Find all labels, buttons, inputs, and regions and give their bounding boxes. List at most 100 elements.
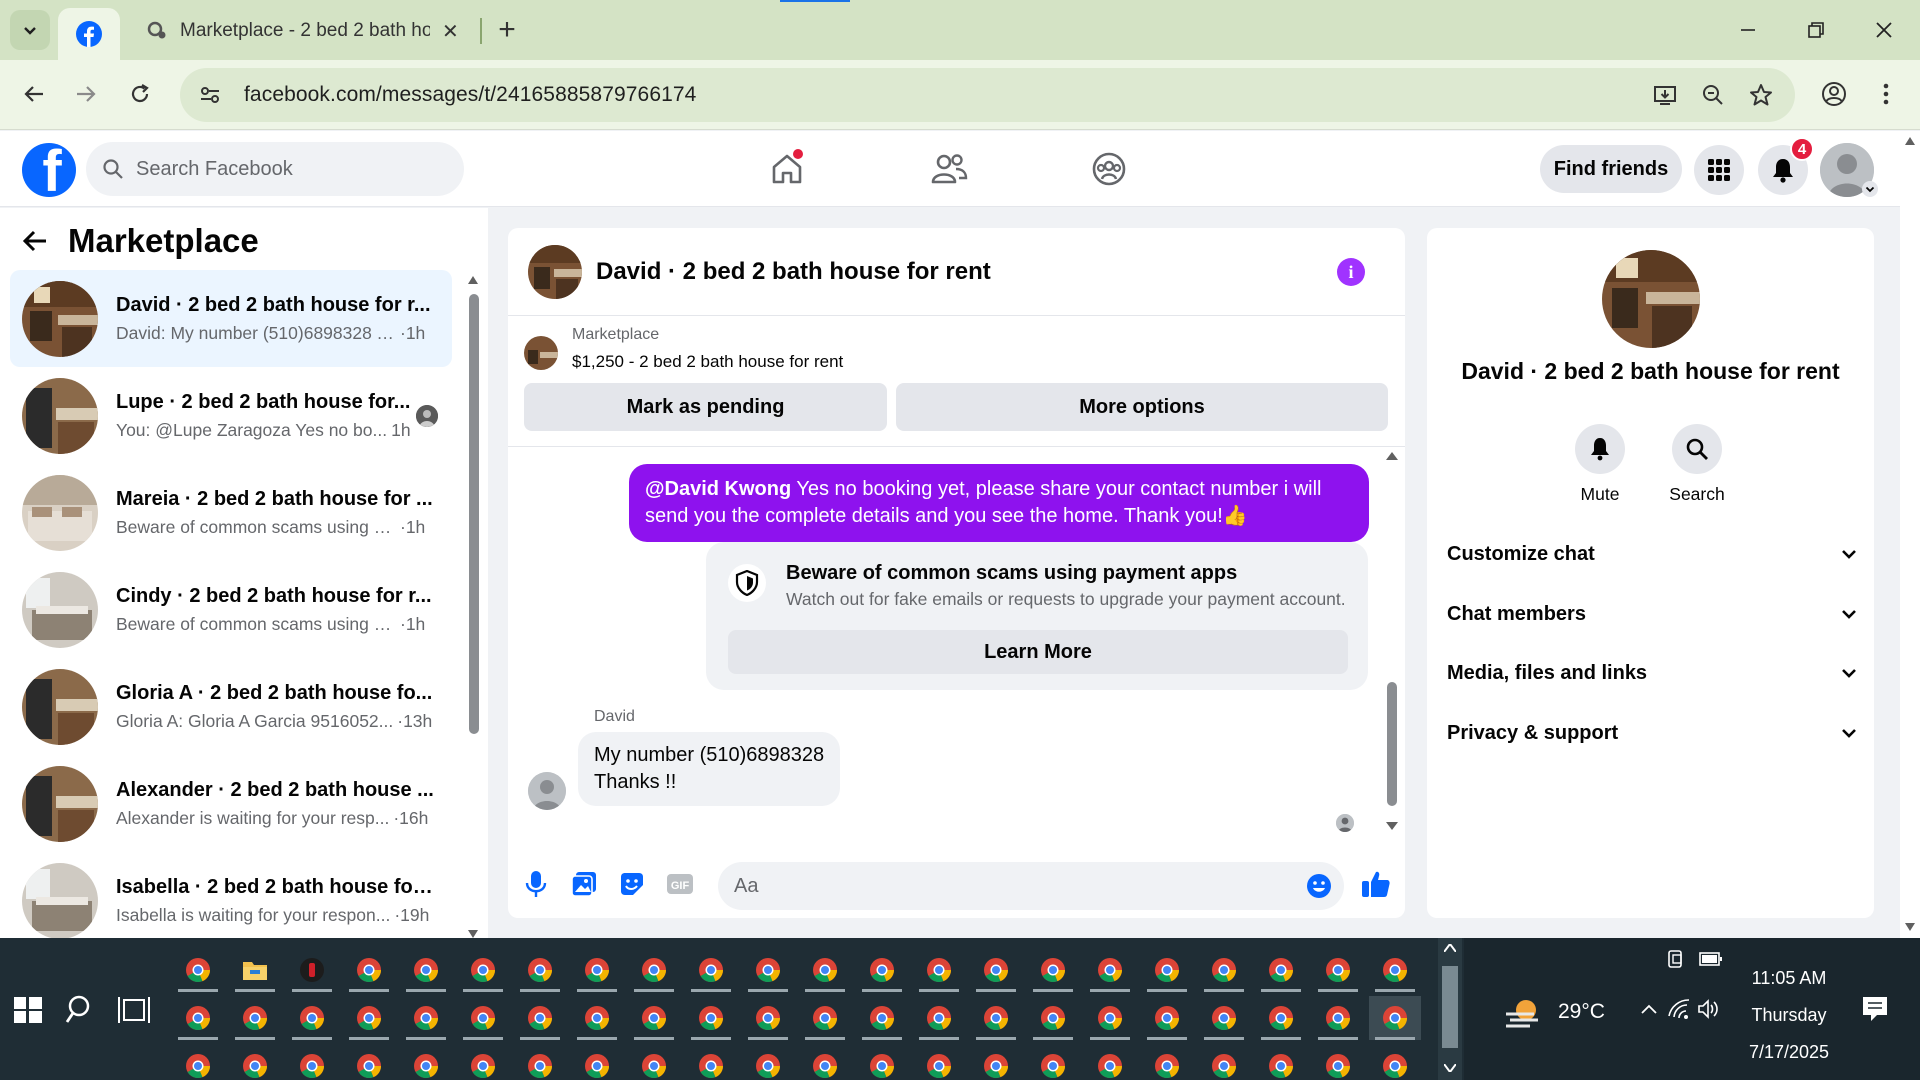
taskbar-app-button[interactable] (343, 948, 395, 992)
incoming-message[interactable]: My number (510)6898328 Thanks !! (578, 732, 841, 806)
scrollbar-thumb[interactable] (1387, 682, 1397, 806)
message-input[interactable] (734, 874, 1274, 898)
taskbar-app-button[interactable] (229, 996, 281, 1040)
chat-item[interactable]: David · 2 bed 2 bath house for r... Davi… (10, 270, 452, 367)
taskbar-app-button[interactable] (286, 948, 338, 992)
home-nav[interactable] (763, 147, 811, 191)
taskbar-app-button[interactable] (172, 948, 224, 992)
taskbar-app-button[interactable] (799, 996, 851, 1040)
clock[interactable]: 11:05 AM Thursday 7/17/2025 (1734, 960, 1844, 1071)
scrollbar-thumb[interactable] (469, 294, 479, 734)
privacy-support-row[interactable]: Privacy & support (1447, 713, 1857, 753)
scroll-down-icon[interactable] (1444, 1064, 1456, 1072)
address-bar[interactable]: facebook.com/messages/t/2416588587976617… (180, 68, 1795, 122)
chat-item[interactable]: Isabella · 2 bed 2 bath house for... Isa… (10, 852, 452, 949)
site-info-icon[interactable] (190, 75, 230, 115)
taskbar-app-button[interactable] (400, 948, 452, 992)
taskbar-app-button[interactable] (913, 948, 965, 992)
mute-action[interactable]: Mute (1560, 424, 1640, 505)
taskbar-app-button[interactable] (1198, 996, 1250, 1040)
gif-icon[interactable]: GIF (664, 868, 696, 900)
taskbar-app-button[interactable] (1027, 948, 1079, 992)
taskbar-app-button[interactable] (229, 1044, 281, 1080)
taskbar-app-button[interactable] (913, 1044, 965, 1080)
sender-avatar[interactable] (528, 772, 566, 810)
restore-button[interactable] (1788, 10, 1844, 50)
mention[interactable]: @David Kwong (645, 478, 791, 500)
taskbar-app-button[interactable] (400, 996, 452, 1040)
scroll-up-icon[interactable] (1905, 137, 1915, 145)
taskbar-app-button[interactable] (970, 948, 1022, 992)
thumbs-up-icon[interactable] (1358, 868, 1394, 900)
message-input-box[interactable] (718, 862, 1344, 910)
taskbar-app-button[interactable] (1084, 948, 1136, 992)
chat-item[interactable]: Gloria A · 2 bed 2 bath house fo... Glor… (10, 658, 452, 755)
browser-menu-icon[interactable] (1866, 74, 1906, 114)
taskbar-app-button[interactable] (970, 1044, 1022, 1080)
taskbar-app-button[interactable] (1369, 1044, 1421, 1080)
taskbar-app-button[interactable] (343, 996, 395, 1040)
microphone-icon[interactable] (520, 868, 552, 900)
scroll-down-icon[interactable] (1905, 923, 1915, 931)
chat-members-row[interactable]: Chat members (1447, 594, 1857, 634)
taskbar-app-button[interactable] (229, 948, 281, 992)
close-window-button[interactable] (1856, 10, 1912, 50)
taskbar-app-button[interactable] (1255, 948, 1307, 992)
taskbar-app-button[interactable] (1312, 1044, 1364, 1080)
wifi-icon[interactable] (1666, 996, 1692, 1022)
photo-icon[interactable] (568, 868, 600, 900)
tab-close-icon[interactable]: ✕ (442, 19, 459, 44)
groups-nav[interactable] (1085, 147, 1133, 191)
tab-marketplace[interactable]: Marketplace - 2 bed 2 bath hou ✕ (140, 12, 470, 50)
zoom-icon[interactable] (1693, 75, 1733, 115)
media-files-links-row[interactable]: Media, files and links (1447, 653, 1857, 693)
taskbar-app-button[interactable] (286, 996, 338, 1040)
taskbar-app-button[interactable] (1255, 1044, 1307, 1080)
menu-button[interactable] (1694, 145, 1744, 195)
listing-card[interactable]: Marketplace $1,250 - 2 bed 2 bath house … (524, 326, 843, 372)
taskbar-app-button[interactable] (457, 948, 509, 992)
conversation-title[interactable]: David · 2 bed 2 bath house for rent (596, 258, 991, 286)
taskbar-app-button[interactable] (856, 1044, 908, 1080)
taskbar-app-button[interactable] (1198, 948, 1250, 992)
volume-icon[interactable] (1696, 996, 1722, 1022)
taskbar-app-button[interactable] (628, 948, 680, 992)
customize-chat-row[interactable]: Customize chat (1447, 534, 1857, 574)
action-center-icon[interactable] (1860, 994, 1890, 1024)
scroll-up-icon[interactable] (468, 276, 478, 284)
mark-as-pending-button[interactable]: Mark as pending (524, 383, 887, 431)
scrollbar-thumb[interactable] (1442, 966, 1458, 1048)
taskbar-app-button[interactable] (913, 996, 965, 1040)
bookmark-star-icon[interactable] (1741, 75, 1781, 115)
friends-nav[interactable] (925, 147, 973, 191)
taskbar-app-button[interactable] (1255, 996, 1307, 1040)
taskbar-app-button[interactable] (172, 996, 224, 1040)
listing-title[interactable]: $1,250 - 2 bed 2 bath house for rent (572, 352, 843, 372)
chat-item[interactable]: Lupe · 2 bed 2 bath house for... You: @L… (10, 367, 452, 464)
scroll-up-icon[interactable] (1444, 944, 1456, 952)
taskbar-app-button[interactable] (1084, 1044, 1136, 1080)
taskbar-app-button[interactable] (856, 996, 908, 1040)
show-hidden-icons[interactable] (1636, 996, 1662, 1022)
scroll-up-icon[interactable] (1386, 452, 1398, 460)
taskbar-app-button[interactable] (1141, 1044, 1193, 1080)
sticker-icon[interactable] (616, 868, 648, 900)
url-text[interactable]: facebook.com/messages/t/2416588587976617… (244, 83, 696, 107)
taskbar-app-button[interactable] (1027, 996, 1079, 1040)
taskbar-app-button[interactable] (1312, 996, 1364, 1040)
new-tab-button[interactable]: + (490, 10, 524, 50)
taskbar-app-button[interactable] (286, 1044, 338, 1080)
windows-start-icon[interactable] (12, 994, 44, 1026)
taskbar-app-button[interactable] (742, 996, 794, 1040)
back-button[interactable] (14, 74, 54, 114)
meet-now-icon[interactable] (1664, 946, 1690, 972)
taskbar-app-button[interactable] (1369, 996, 1421, 1040)
account-chevron-icon[interactable] (1862, 181, 1878, 197)
chat-list-scrollbar[interactable] (466, 276, 480, 938)
taskbar-app-button[interactable] (571, 996, 623, 1040)
weather-widget[interactable]: 29°C (1504, 994, 1605, 1030)
info-icon[interactable]: i (1337, 258, 1365, 286)
taskbar-app-button[interactable] (1141, 996, 1193, 1040)
search-action[interactable]: Search (1657, 424, 1737, 505)
install-app-icon[interactable] (1645, 75, 1685, 115)
